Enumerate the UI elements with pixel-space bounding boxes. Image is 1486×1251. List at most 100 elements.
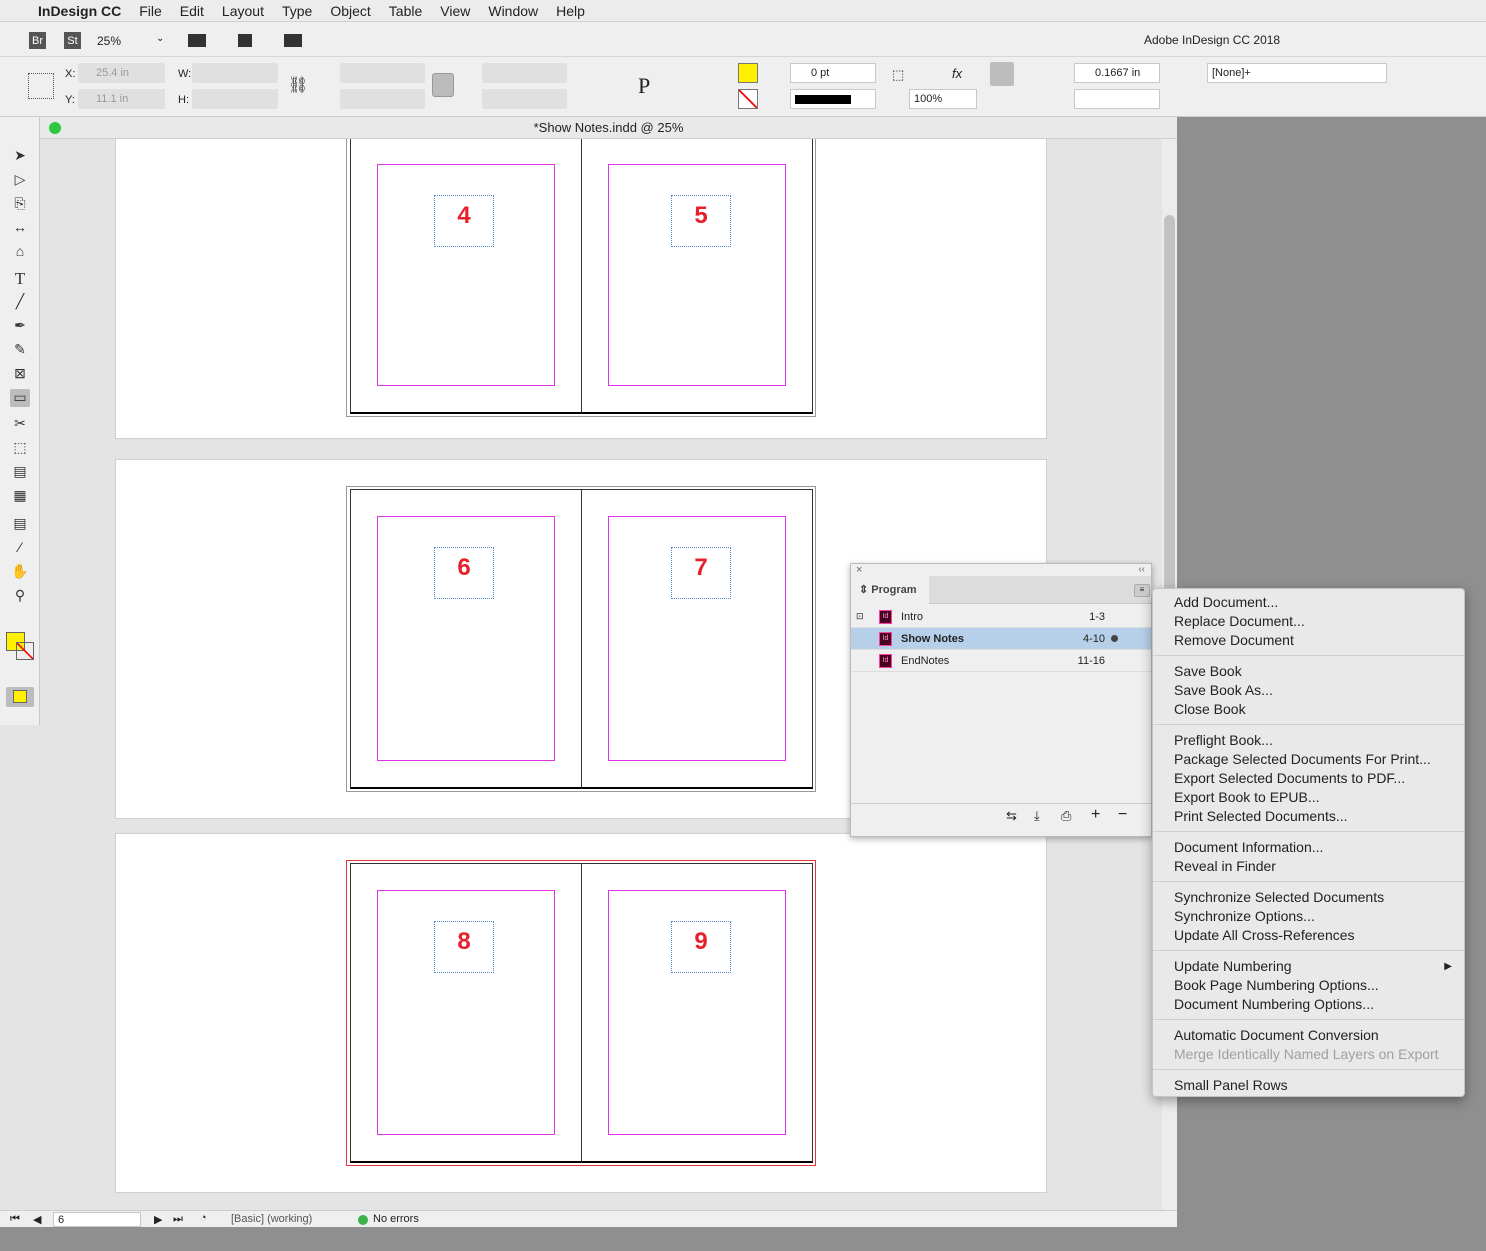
scissors-tool-icon[interactable]: ✂ (10, 415, 30, 433)
effects-icon[interactable]: fx (952, 66, 962, 81)
menu-item[interactable]: Remove Document (1153, 631, 1464, 650)
save-book-icon[interactable]: ⤓ (1034, 808, 1040, 824)
pencil-tool-icon[interactable]: ✎ (10, 341, 30, 359)
menu-item[interactable]: Export Book to EPUB... (1153, 788, 1464, 807)
next-page-icon[interactable]: ▶ (154, 1213, 162, 1226)
menu-item[interactable]: Document Numbering Options... (1153, 995, 1464, 1014)
panel-menu-icon[interactable]: ≡ (1134, 584, 1150, 597)
menu-item[interactable]: Close Book (1153, 700, 1464, 719)
menu-item[interactable]: Document Information... (1153, 838, 1464, 857)
page-number-frame[interactable]: 5 (671, 195, 731, 247)
rectangle-frame-tool-icon[interactable]: ⊠ (10, 365, 30, 383)
page[interactable]: 4 (350, 139, 582, 414)
stock-button[interactable]: St (64, 32, 81, 49)
rotation-field[interactable] (482, 63, 567, 83)
menu-type[interactable]: Type (282, 3, 312, 19)
menu-item[interactable]: Export Selected Documents to PDF... (1153, 769, 1464, 788)
remove-document-icon[interactable]: − (1118, 806, 1127, 824)
print-book-icon[interactable]: ⎙ (1061, 808, 1071, 824)
fill-swatch[interactable] (738, 63, 758, 83)
line-tool-icon[interactable]: ╱ (10, 293, 30, 311)
first-page-icon[interactable]: ⏮ (10, 1213, 20, 1226)
content-collector-icon[interactable]: ⌂ (10, 243, 30, 261)
spread[interactable]: 45 (346, 139, 816, 417)
tab-program[interactable]: ⇕ Program (851, 576, 929, 605)
menu-item[interactable]: Preflight Book... (1153, 731, 1464, 750)
add-document-icon[interactable]: + (1091, 806, 1100, 824)
page[interactable]: 8 (350, 863, 582, 1163)
menu-item[interactable]: Add Document... (1153, 593, 1464, 612)
menu-table[interactable]: Table (389, 3, 422, 19)
synchronize-icon[interactable]: ⇆ (1006, 808, 1017, 824)
menu-help[interactable]: Help (556, 3, 585, 19)
hand-tool-icon[interactable]: ✋ (10, 563, 30, 581)
rectangle-tool-icon[interactable]: ▭ (10, 389, 30, 407)
menu-item[interactable]: Small Panel Rows (1153, 1076, 1464, 1095)
free-transform-tool-icon[interactable]: ⬚ (10, 439, 30, 457)
close-panel-icon[interactable]: × (856, 564, 862, 576)
window-zoom-button[interactable] (49, 122, 61, 134)
object-style-select[interactable]: [None]+ (1207, 63, 1387, 83)
stroke-type-select[interactable] (790, 89, 876, 109)
note-tool-icon[interactable]: ▤ (10, 515, 30, 533)
menu-view[interactable]: View (440, 3, 470, 19)
previous-page-icon[interactable]: ◀ (33, 1213, 41, 1226)
direct-selection-tool-icon[interactable]: ▷ (10, 171, 30, 189)
zoom-level[interactable]: 25% (97, 34, 121, 48)
corner-shape-select[interactable] (1074, 89, 1160, 109)
menu-item[interactable]: Package Selected Documents For Print... (1153, 750, 1464, 769)
pen-tool-icon[interactable]: ✒ (10, 317, 30, 335)
page-number-field[interactable]: 6 (53, 1212, 141, 1227)
offset-field[interactable]: 0.1667 in (1074, 63, 1160, 83)
menu-object[interactable]: Object (330, 3, 370, 19)
page[interactable]: 5 (581, 139, 813, 414)
menu-layout[interactable]: Layout (222, 3, 264, 19)
y-field[interactable]: 11.1 in (78, 89, 165, 109)
page-number-frame[interactable]: 7 (671, 547, 731, 599)
arrange-documents-icon[interactable] (284, 34, 302, 47)
text-wrap-button[interactable] (990, 62, 1014, 86)
page-number-frame[interactable]: 4 (434, 195, 494, 247)
menu-edit[interactable]: Edit (180, 3, 204, 19)
collapse-panel-icon[interactable]: ‹‹ (1138, 564, 1145, 575)
link-scale-button[interactable] (432, 73, 454, 97)
menu-item[interactable]: Print Selected Documents... (1153, 807, 1464, 826)
zoom-tool-icon[interactable]: ⚲ (10, 587, 30, 605)
last-page-icon[interactable]: ⏭ (173, 1213, 183, 1226)
width-field[interactable] (192, 63, 278, 83)
normal-view-button[interactable] (6, 687, 34, 707)
menu-item[interactable]: Reveal in Finder (1153, 857, 1464, 876)
menu-item[interactable]: Replace Document... (1153, 612, 1464, 631)
screen-mode-icon[interactable] (236, 32, 254, 49)
page-number-frame[interactable]: 8 (434, 921, 494, 973)
page[interactable]: 9 (581, 863, 813, 1163)
constrain-proportions-icon[interactable]: ⛓ (288, 75, 308, 95)
gap-tool-icon[interactable]: ↔ (10, 219, 30, 237)
bridge-button[interactable]: Br (29, 32, 46, 49)
page[interactable]: 6 (350, 489, 582, 789)
style-source-icon[interactable]: ⊡ (856, 611, 864, 622)
scale-y-field[interactable] (340, 89, 425, 109)
paragraph-icon[interactable]: P (638, 73, 650, 99)
book-document-row[interactable]: Id Show Notes 4-10 (851, 628, 1151, 650)
menu-app[interactable]: InDesign CC (38, 3, 121, 19)
preflight-profile[interactable]: [Basic] (working) (231, 1213, 312, 1225)
menu-item[interactable]: Synchronize Selected Documents (1153, 888, 1464, 907)
preflight-errors[interactable]: No errors (373, 1213, 419, 1225)
open-document-icon[interactable]: ◔ (200, 1212, 207, 1224)
menu-item[interactable]: Book Page Numbering Options... (1153, 976, 1464, 995)
x-field[interactable]: 25.4 in (78, 63, 165, 83)
reference-point-icon[interactable] (28, 73, 54, 99)
menu-item[interactable]: Synchronize Options... (1153, 907, 1464, 926)
menu-item[interactable]: Update All Cross-References (1153, 926, 1464, 945)
book-document-row[interactable]: Id EndNotes 11-16 (851, 650, 1151, 672)
menu-item[interactable]: Update Numbering ▶ (1153, 957, 1464, 976)
height-field[interactable] (192, 89, 278, 109)
shear-field[interactable] (482, 89, 567, 109)
stroke-swatch[interactable] (738, 89, 758, 109)
page-number-frame[interactable]: 6 (434, 547, 494, 599)
spread[interactable]: 89 (346, 860, 816, 1166)
opacity-field[interactable]: 100% (909, 89, 977, 109)
menu-item[interactable]: Automatic Document Conversion (1153, 1026, 1464, 1045)
stroke-color-icon[interactable] (16, 642, 34, 660)
